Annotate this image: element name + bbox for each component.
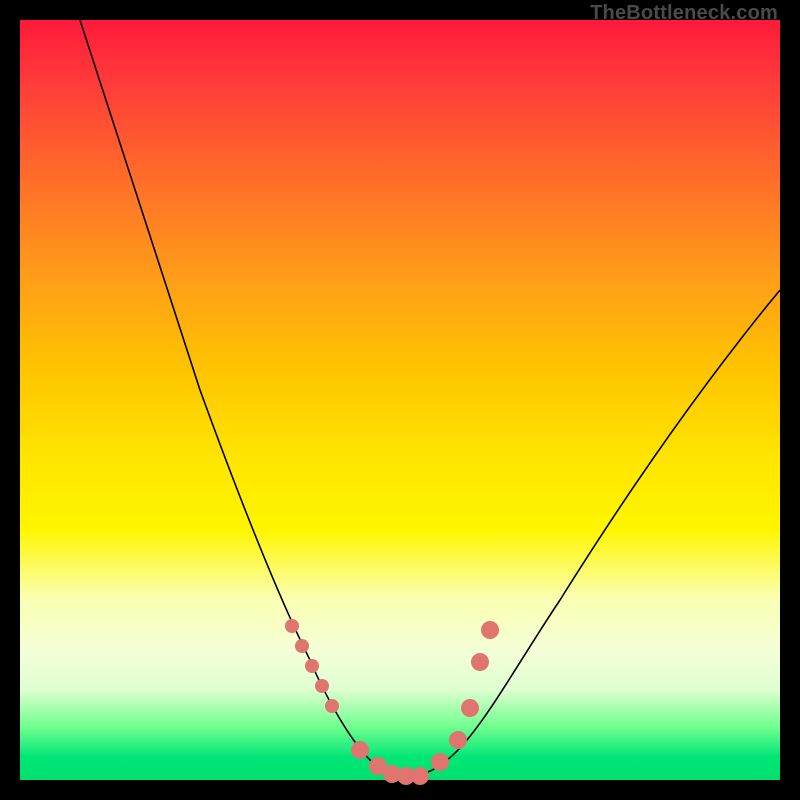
- marker-dot: [285, 619, 299, 633]
- marker-dot: [315, 679, 329, 693]
- marker-dot: [431, 753, 449, 771]
- marker-dot: [481, 621, 499, 639]
- marker-dot: [461, 699, 479, 717]
- chart-svg: [20, 20, 780, 780]
- marker-group: [285, 619, 499, 785]
- marker-dot: [471, 653, 489, 671]
- marker-dot: [295, 639, 309, 653]
- bottleneck-curve: [80, 20, 780, 776]
- marker-dot: [449, 731, 467, 749]
- marker-dot: [411, 767, 429, 785]
- marker-dot: [351, 741, 369, 759]
- marker-dot: [305, 659, 319, 673]
- marker-dot: [325, 699, 339, 713]
- plot-area: [20, 20, 780, 780]
- attribution-text: TheBottleneck.com: [590, 2, 778, 25]
